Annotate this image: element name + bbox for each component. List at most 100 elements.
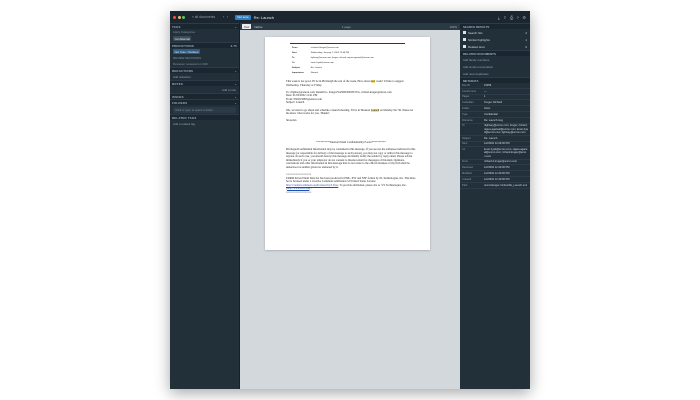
- document-title: Re: Launch: [253, 14, 275, 20]
- tab-text[interactable]: Text: [242, 24, 252, 29]
- email-header-value: richard.d.kruger@enron.com: [310, 47, 339, 49]
- redactions-heading: REDACTIONS: [172, 68, 194, 73]
- print-icon[interactable]: ⎙: [510, 15, 513, 20]
- prediction-chip[interactable]: Not Sure / Related: [173, 49, 200, 55]
- paragraph-2: OK, we need to go ahead and schedule a l…: [286, 108, 416, 116]
- paragraph-1: This week is not good. I'll be in Pittsb…: [286, 80, 416, 87]
- search-result-item[interactable]: Similar highlights 1: [460, 36, 530, 43]
- viewer-toolbar: Text Native 1 page 100%: [240, 23, 460, 30]
- tab-native[interactable]: Native: [252, 24, 264, 29]
- minimize-dot-icon[interactable]: [177, 15, 181, 19]
- email-header-value: lightsey@enron.com; kruger, richard; raj…: [310, 57, 374, 59]
- license-link[interactable]: http://creativecommons.org/licenses/by/3…: [286, 184, 338, 187]
- search-result-count: 1: [525, 37, 527, 42]
- email-header-row: From richard.d.kruger@enron.com: [292, 47, 379, 50]
- search-result-count: 2: [525, 30, 527, 35]
- quoted-from: From: SNOWDEN@enron.com: [286, 97, 322, 101]
- chevron-down-icon[interactable]: ⌄: [234, 69, 237, 73]
- document-page: From richard.d.kruger@enron.com Sent Wednes…: [265, 37, 430, 250]
- footer-end-text: )".: [309, 187, 313, 191]
- p1-text: This week is not good. I'll be in Pittsb…: [286, 80, 370, 83]
- related-documents-list: Add family members Add email conversation…: [460, 56, 530, 77]
- metadata-key: Path: [460, 182, 482, 189]
- add-related-tag-link[interactable]: Add a related tag: [170, 120, 239, 127]
- maximize-dot-icon[interactable]: [182, 15, 185, 19]
- related-document-link[interactable]: Add family members: [460, 56, 530, 63]
- tags-heading: TAGS: [172, 24, 181, 29]
- related-document-link[interactable]: Add near duplicates: [460, 70, 530, 77]
- confidentiality-notice: Privileged/Confidential Information may …: [286, 147, 416, 169]
- search-result-label: Similar highlights: [468, 37, 490, 42]
- email-header-row: To lightsey@enron.com; kruger, richard; r…: [292, 57, 379, 60]
- right-panel: SEARCH RESULTS Search hits 2 Similar highl…: [460, 23, 530, 389]
- status-badge[interactable]: Not sure: [235, 14, 251, 20]
- metadata-key: To: [460, 123, 482, 136]
- settings-icon[interactable]: ⚙: [522, 15, 526, 20]
- search-result-count: 0: [525, 44, 527, 49]
- related-document-link[interactable]: Add email conversation: [460, 63, 530, 70]
- app-window: « all documents ‹ › Not sure Re: Launch …: [170, 11, 530, 389]
- metadata-table: Doc ID 15256 Control num — Pages 1 Custodian Kr…: [460, 83, 530, 189]
- metadata-row: To rlightsey@enron.com; kruger, richard; …: [460, 123, 530, 136]
- search-result-label-wrap: Related docs: [463, 45, 485, 49]
- email-header-value: kevin.hyatt@enron.com: [310, 62, 334, 64]
- email-header-value: Normal: [310, 72, 318, 74]
- signature: Snowden: [286, 119, 297, 123]
- footer-rule: ================: [286, 173, 312, 176]
- add-redaction-link[interactable]: Add redaction: [170, 73, 239, 80]
- tag-chip-confidential[interactable]: Confidential: [173, 36, 192, 42]
- square-icon: [463, 45, 466, 49]
- square-icon: [463, 31, 466, 35]
- search-hit-highlight[interactable]: Launch: [370, 108, 380, 112]
- search-result-label-wrap: Similar highlights: [463, 38, 490, 42]
- document-viewer: Text Native 1 page 100% From richard.d.kr…: [240, 23, 460, 389]
- email-header-key: To: [292, 57, 295, 59]
- search-result-list: Search hits 2 Similar highlights 1 Related d…: [460, 29, 530, 50]
- quoted-date: Date: 01/02/2002 12:41 PM: [286, 94, 318, 98]
- footer-rule-bottom: ================: [286, 190, 312, 194]
- help-icon[interactable]: ?: [517, 15, 519, 20]
- left-panel: TAGS ⌄ Apply Categories Confidential PRE…: [170, 23, 240, 389]
- zlti-link[interactable]: http://www.zlti.com: [287, 187, 309, 190]
- chevron-down-icon[interactable]: ⌄: [234, 25, 237, 29]
- search-result-label: Search hits: [468, 30, 483, 35]
- email-body: This week is not good. I'll be in Pittsb…: [286, 80, 416, 198]
- email-header-value: Re: Launch: [310, 67, 322, 69]
- metadata-key: Cc: [460, 146, 482, 160]
- chevron-down-icon[interactable]: ⌄: [234, 82, 237, 86]
- chevron-down-icon[interactable]: ⌄: [234, 95, 237, 99]
- chevron-down-icon[interactable]: ⌄: [234, 101, 237, 105]
- footer: ================ EDRM Enron Email Data S…: [286, 173, 416, 194]
- folder-select-input[interactable]: Click or type to select a folder: [173, 106, 236, 113]
- folders-section-header[interactable]: FOLDERS ⌄: [170, 99, 239, 106]
- email-header-key: Sent: [292, 52, 297, 54]
- quoted-header: To: rlightsey@enron.com, Randall G. Krug…: [286, 91, 416, 105]
- email-header-value: Wednesday, January 2, 2002 12:49 PM: [310, 52, 350, 54]
- search-result-label-wrap: Search hits: [463, 31, 482, 35]
- prediction-score: 0.75: [230, 43, 237, 48]
- predictions-heading: PREDICTIONS: [172, 43, 194, 48]
- download-icon[interactable]: ⤓: [498, 15, 500, 20]
- email-header-key: Importance: [292, 72, 304, 74]
- metadata-row: Path/enron/kruger-r/inbox/Re_Launch.eml: [460, 182, 530, 189]
- prev-next-arrows[interactable]: ‹ ›: [223, 15, 229, 19]
- zoom-level[interactable]: 100%: [450, 25, 457, 29]
- search-result-item[interactable]: Related docs 0: [460, 43, 530, 50]
- close-dot-icon[interactable]: [173, 15, 176, 19]
- metadata-value: rlightsey@enron.com; kruger, richard; ra…: [482, 123, 530, 136]
- quoted-subject: Subject: Launch: [286, 101, 305, 105]
- email-header-row: Sent Wednesday, January 2, 2002 12:49 PM: [292, 52, 379, 55]
- page-count: 1 page: [342, 24, 351, 29]
- header-rule: [290, 43, 405, 44]
- folders-heading: FOLDERS: [172, 100, 188, 105]
- predictions-section-header[interactable]: PREDICTIONS 0.75: [170, 42, 239, 49]
- email-header-key: Cc: [292, 62, 295, 64]
- back-to-documents-link[interactable]: « all documents: [192, 15, 215, 19]
- email-header-row: Cc kevin.hyatt@enron.com: [292, 62, 379, 65]
- share-icon[interactable]: ⇪: [503, 15, 506, 20]
- footer-mid-text: . To provide attribution, please cite to…: [338, 183, 407, 187]
- search-result-item[interactable]: Search hits 2: [460, 29, 530, 36]
- add-note-link[interactable]: Add a note: [170, 86, 239, 93]
- search-result-label: Related docs: [468, 44, 485, 49]
- search-hit-highlight[interactable]: next: [370, 80, 376, 83]
